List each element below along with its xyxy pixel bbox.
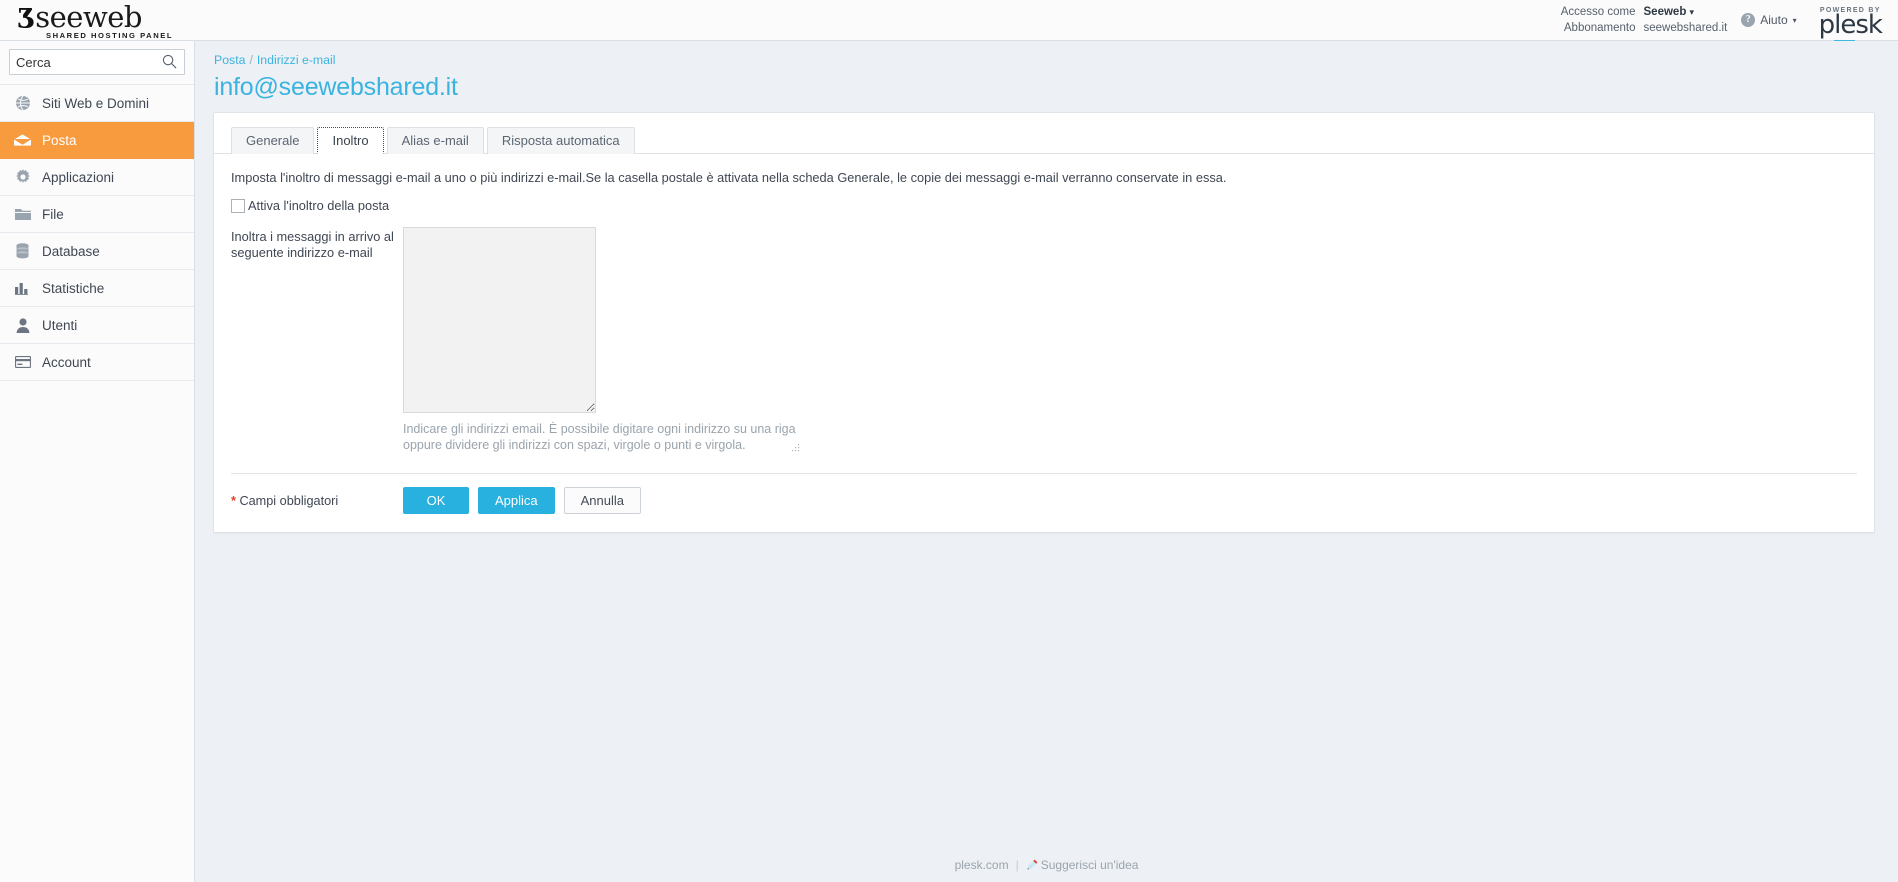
settings-panel: Generale Inoltro Alias e-mail Risposta a… bbox=[213, 112, 1875, 533]
account-name-text: Seeweb bbox=[1643, 6, 1687, 18]
sidebar-item-label: Database bbox=[42, 243, 100, 259]
forward-address-control: Indicare gli indirizzi email. È possibil… bbox=[403, 227, 803, 453]
tab-generale[interactable]: Generale bbox=[231, 127, 315, 154]
required-fields-label: Campi obbligatori bbox=[239, 493, 339, 508]
sidebar-item-applicazioni[interactable]: Applicazioni bbox=[0, 159, 194, 196]
account-labels: Accesso come Abbonamento bbox=[1561, 4, 1644, 36]
required-fields-note: * Campi obbligatori bbox=[231, 494, 403, 508]
search-box[interactable] bbox=[9, 49, 185, 75]
sidebar-item-label: Applicazioni bbox=[42, 169, 115, 185]
search-icon[interactable] bbox=[162, 54, 177, 69]
footer-plesk-link[interactable]: plesk.com bbox=[955, 858, 1009, 872]
forwarding-description: Imposta l'inoltro di messaggi e-mail a u… bbox=[231, 170, 1227, 185]
chevron-down-icon: ▾ bbox=[1792, 15, 1797, 25]
main-content: Posta / Indirizzi e-mail info@seewebshared… bbox=[195, 41, 1898, 882]
ok-button[interactable]: OK bbox=[403, 487, 469, 514]
account-name-dropdown[interactable]: Seeweb ▾ bbox=[1644, 4, 1728, 20]
tab-alias-email[interactable]: Alias e-mail bbox=[386, 127, 484, 154]
help-label: Aiuto bbox=[1760, 13, 1788, 27]
breadcrumb: Posta / Indirizzi e-mail bbox=[195, 41, 1898, 67]
tab-bar: Generale Inoltro Alias e-mail Risposta a… bbox=[214, 113, 1874, 154]
help-question-icon: ? bbox=[1741, 13, 1756, 27]
enable-forwarding-row: Attiva l'inoltro della posta bbox=[231, 198, 1857, 213]
forward-address-label: Inoltra i messaggi in arrivo al seguente… bbox=[231, 229, 394, 260]
cancel-button[interactable]: Annulla bbox=[563, 487, 642, 514]
forward-address-hint: Indicare gli indirizzi email. È possibil… bbox=[403, 422, 796, 452]
footer-suggest-idea-link[interactable]: Suggerisci un'idea bbox=[1041, 858, 1139, 872]
breadcrumb-link-indirizzi-email[interactable]: Indirizzi e-mail bbox=[257, 53, 336, 67]
top-header: Ƹseeweb SHARED HOSTING PANEL Accesso com… bbox=[0, 0, 1898, 43]
help-menu[interactable]: ? Aiuto ▾ bbox=[1741, 13, 1797, 27]
brand-name-text: seeweb bbox=[35, 0, 142, 34]
sidebar-item-label: Statistiche bbox=[42, 280, 105, 296]
account-values: Seeweb ▾ seewebshared.it bbox=[1644, 4, 1728, 36]
pencil-icon bbox=[1026, 859, 1038, 874]
enable-forwarding-label[interactable]: Attiva l'inoltro della posta bbox=[248, 198, 389, 213]
subscription-label: Abbonamento bbox=[1563, 22, 1636, 34]
sidebar-item-utenti[interactable]: Utenti bbox=[0, 307, 194, 344]
action-bar: * Campi obbligatori OK Applica Annulla bbox=[214, 474, 1874, 514]
required-star: * bbox=[231, 493, 236, 508]
seeweb-logo[interactable]: Ƹseeweb SHARED HOSTING PANEL bbox=[18, 2, 178, 40]
plesk-p: p bbox=[1818, 10, 1835, 40]
sidebar-item-database[interactable]: Database bbox=[0, 233, 194, 270]
sidebar-item-label: Siti Web e Domini bbox=[42, 95, 150, 111]
plesk-le: le bbox=[1834, 10, 1856, 43]
sidebar-item-statistiche[interactable]: Statistiche bbox=[0, 270, 194, 307]
seeweb-mark-icon: Ƹ bbox=[18, 4, 36, 35]
panel-body: Imposta l'inoltro di messaggi e-mail a u… bbox=[214, 154, 1874, 453]
account-info: Accesso come Abbonamento Seeweb ▾ seeweb… bbox=[1561, 4, 1728, 36]
user-icon bbox=[14, 317, 31, 334]
sidebar-item-posta[interactable]: Posta bbox=[0, 122, 194, 159]
chevron-down-icon: ▾ bbox=[1689, 7, 1695, 17]
mail-icon bbox=[14, 132, 31, 149]
footer: plesk.com | Suggerisci un'idea bbox=[195, 858, 1898, 874]
sidebar-nav: Siti Web e Domini Posta Applicazioni Fil… bbox=[0, 85, 194, 381]
sidebar-item-label: File bbox=[42, 206, 64, 222]
plesk-sk: sk bbox=[1855, 10, 1883, 40]
plesk-wordmark: plesk bbox=[1819, 10, 1883, 43]
folder-icon bbox=[14, 206, 31, 223]
footer-separator: | bbox=[1015, 858, 1019, 872]
globe-icon bbox=[14, 95, 31, 112]
forward-address-row: Inoltra i messaggi in arrivo al seguente… bbox=[231, 227, 1857, 453]
card-icon bbox=[14, 354, 31, 371]
brand-tagline: SHARED HOSTING PANEL bbox=[46, 31, 174, 40]
sidebar-item-label: Account bbox=[42, 354, 91, 370]
account-label: Accesso come bbox=[1560, 6, 1636, 18]
sidebar-item-account[interactable]: Account bbox=[0, 344, 194, 381]
tab-risposta-automatica[interactable]: Risposta automatica bbox=[486, 127, 635, 154]
bar-chart-icon bbox=[14, 280, 31, 297]
sidebar-item-file[interactable]: File bbox=[0, 196, 194, 233]
sidebar-item-label: Posta bbox=[42, 132, 77, 148]
sidebar: Siti Web e Domini Posta Applicazioni Fil… bbox=[0, 41, 195, 882]
search-section bbox=[0, 41, 194, 85]
apply-button[interactable]: Applica bbox=[478, 487, 555, 514]
subscription-value: seewebshared.it bbox=[1643, 22, 1728, 34]
gear-icon bbox=[14, 169, 31, 186]
plesk-logo: POWERED BY plesk bbox=[1819, 7, 1883, 43]
search-input[interactable] bbox=[10, 50, 150, 74]
sidebar-item-label: Utenti bbox=[42, 317, 78, 333]
enable-forwarding-checkbox[interactable] bbox=[231, 198, 245, 213]
database-icon bbox=[14, 243, 31, 260]
page-title: info@seewebshared.it bbox=[214, 73, 458, 101]
breadcrumb-link-posta[interactable]: Posta bbox=[214, 53, 245, 67]
breadcrumb-separator: / bbox=[249, 53, 253, 67]
tab-inoltro[interactable]: Inoltro bbox=[317, 127, 384, 154]
sidebar-item-siti-web-e-domini[interactable]: Siti Web e Domini bbox=[0, 85, 194, 122]
forward-address-textarea[interactable] bbox=[403, 227, 596, 413]
header-right-group: Accesso come Abbonamento Seeweb ▾ seeweb… bbox=[1561, 0, 1898, 43]
